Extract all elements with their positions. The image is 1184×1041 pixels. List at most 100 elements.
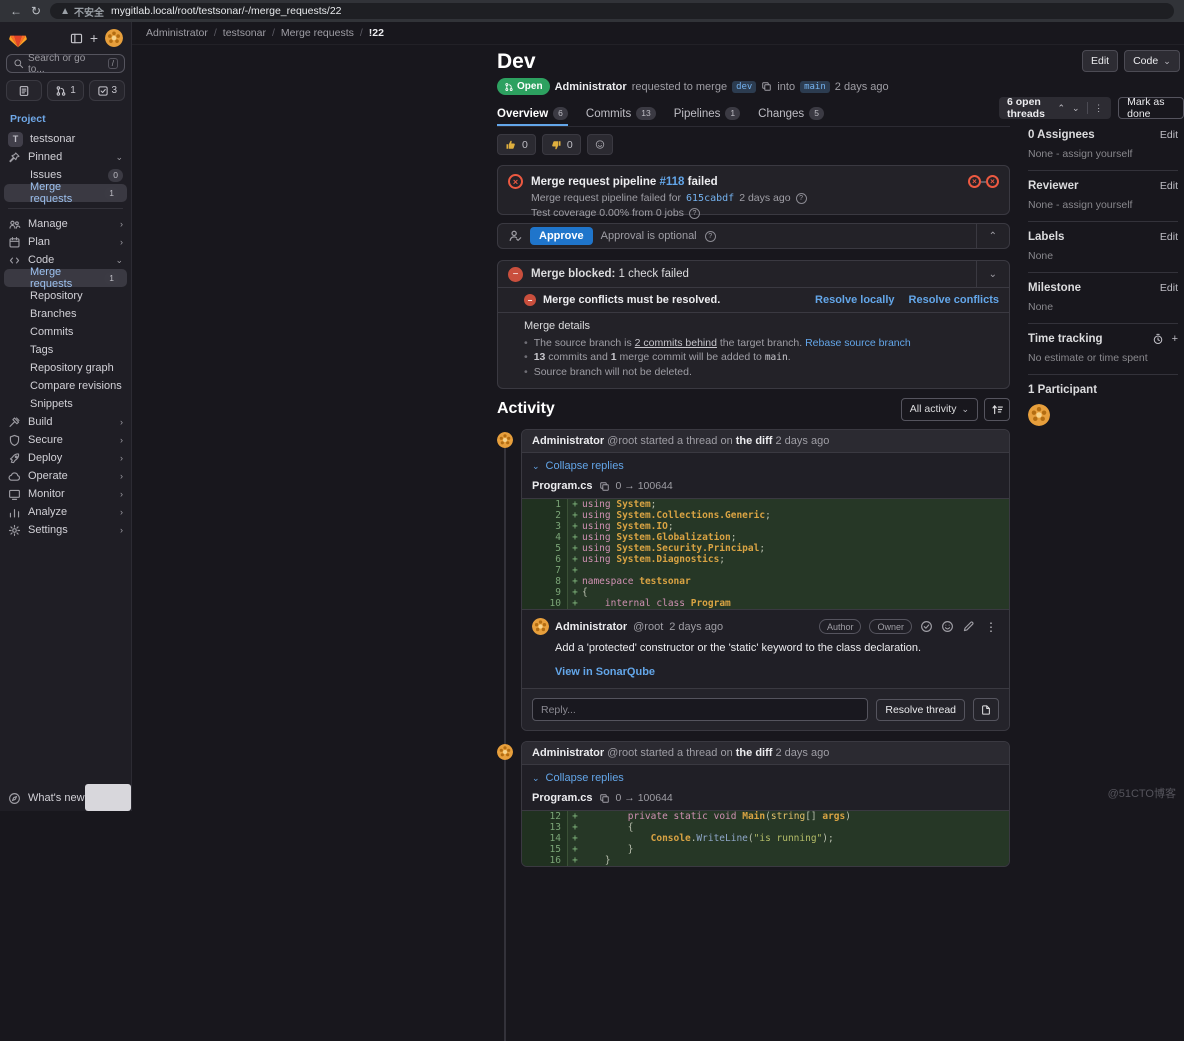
next-thread-icon[interactable]: ⌄: [1072, 103, 1080, 114]
diff-line[interactable]: 3+using System.IO;: [522, 521, 1009, 532]
approve-button[interactable]: Approve: [530, 227, 593, 245]
collapse-replies-link[interactable]: ⌄Collapse replies: [522, 453, 1009, 475]
stage-failed-icon[interactable]: ×: [986, 175, 999, 188]
edit-link[interactable]: Edit: [1160, 129, 1178, 141]
help-icon[interactable]: ?: [689, 208, 700, 219]
back-icon[interactable]: ←: [10, 5, 22, 17]
merge-requests-shortcut-button[interactable]: 1: [47, 80, 83, 101]
pipeline-link[interactable]: #118: [659, 176, 684, 188]
diff-line[interactable]: 13+ {: [522, 822, 1009, 833]
sidebar-item-merge-requests[interactable]: Merge requests1: [4, 269, 127, 287]
participant-avatar[interactable]: [1028, 404, 1050, 426]
edit-link[interactable]: Edit: [1160, 231, 1178, 243]
tab-commits[interactable]: Commits13: [586, 101, 656, 126]
issues-shortcut-button[interactable]: [6, 80, 42, 101]
sidebar-group-pinned[interactable]: Pinned⌄: [0, 148, 131, 166]
diff-line[interactable]: 10+ internal class Program: [522, 598, 1009, 609]
breadcrumb-link[interactable]: Administrator: [146, 27, 208, 39]
previous-thread-icon[interactable]: ⌃: [1057, 103, 1065, 114]
code-dropdown-button[interactable]: Code⌄: [1124, 50, 1180, 72]
sidebar-item-settings[interactable]: Settings›: [0, 521, 131, 539]
sidebar-item-compare-revisions[interactable]: Compare revisions: [0, 377, 131, 395]
todos-shortcut-button[interactable]: 3: [89, 80, 125, 101]
comment-author[interactable]: Administrator: [532, 747, 604, 759]
sidebar-item-manage[interactable]: Manage›: [0, 215, 131, 233]
diff-line[interactable]: 9+{: [522, 587, 1009, 598]
help-icon[interactable]: ?: [705, 231, 716, 242]
open-threads-pill[interactable]: 6 open threads ⌃ ⌄ ⋮: [999, 97, 1111, 119]
diff-line[interactable]: 8+namespace testsonar: [522, 576, 1009, 587]
user-avatar[interactable]: [532, 618, 549, 635]
sidebar-item-snippets[interactable]: Snippets: [0, 395, 131, 413]
thumbs-down-button[interactable]: 0: [542, 134, 581, 155]
start-review-button[interactable]: [973, 698, 999, 721]
activity-filter-dropdown[interactable]: All activity⌄: [901, 398, 978, 421]
sidebar-item-analyze[interactable]: Analyze›: [0, 503, 131, 521]
author-name[interactable]: Administrator: [555, 81, 627, 93]
add-reaction-icon[interactable]: [941, 620, 954, 633]
comment-kebab[interactable]: ⋮: [983, 620, 999, 634]
sidebar-item-branches[interactable]: Branches: [0, 305, 131, 323]
commit-sha-link[interactable]: 615cabdf: [686, 193, 734, 204]
diff-line[interactable]: 6+using System.Diagnostics;: [522, 554, 1009, 565]
resolve-locally-link[interactable]: Resolve locally: [815, 294, 895, 306]
edit-button[interactable]: Edit: [1082, 50, 1118, 72]
edit-link[interactable]: Edit: [1160, 180, 1178, 192]
copy-file-path-icon[interactable]: [599, 793, 610, 804]
sidebar-item-operate[interactable]: Operate›: [0, 467, 131, 485]
target-branch-label[interactable]: main: [800, 81, 830, 93]
merge-widget-expand-button[interactable]: ⌄: [976, 261, 1009, 287]
edit-comment-icon[interactable]: [962, 620, 975, 633]
sidebar-item-secure[interactable]: Secure›: [0, 431, 131, 449]
thumbs-up-button[interactable]: 0: [497, 134, 536, 155]
address-bar[interactable]: ▲不安全 mygitlab.local/root/testsonar/-/mer…: [50, 3, 1174, 19]
tab-pipelines[interactable]: Pipelines1: [674, 101, 740, 126]
search-input[interactable]: Search or go to... /: [6, 54, 125, 73]
mark-as-done-button[interactable]: Mark as done: [1118, 97, 1184, 119]
add-time-icon[interactable]: +: [1172, 333, 1178, 345]
sidebar-toggle-icon[interactable]: [70, 32, 83, 45]
reply-input[interactable]: Reply...: [532, 698, 868, 721]
diff-line[interactable]: 7+: [522, 565, 1009, 576]
sonarqube-link[interactable]: View in SonarQube: [555, 666, 999, 678]
sort-direction-button[interactable]: [984, 398, 1010, 421]
approval-collapse-button[interactable]: ⌃: [976, 224, 1009, 248]
copy-branch-icon[interactable]: [761, 81, 772, 92]
help-icon[interactable]: ?: [796, 193, 807, 204]
reload-icon[interactable]: ↻: [31, 5, 41, 17]
merge-detail-link[interactable]: Rebase source branch: [805, 337, 911, 349]
diff-line[interactable]: 12+ private static void Main(string[] ar…: [522, 811, 1009, 822]
diff-line[interactable]: 14+ Console.WriteLine("is running");: [522, 833, 1009, 844]
file-name-link[interactable]: Program.cs: [532, 792, 593, 804]
breadcrumb-link[interactable]: testsonar: [223, 27, 266, 39]
diff-line[interactable]: 1+using System;: [522, 499, 1009, 510]
comment-author[interactable]: Administrator: [532, 435, 604, 447]
tab-changes[interactable]: Changes5: [758, 101, 824, 126]
help-button-partial[interactable]: [85, 784, 131, 811]
user-avatar[interactable]: [105, 29, 123, 47]
diff-line[interactable]: 2+using System.Collections.Generic;: [522, 510, 1009, 521]
sidebar-item-plan[interactable]: Plan›: [0, 233, 131, 251]
sidebar-item-project[interactable]: Ttestsonar: [0, 130, 131, 148]
sidebar-item-commits[interactable]: Commits: [0, 323, 131, 341]
sidebar-item-repository[interactable]: Repository: [0, 287, 131, 305]
diff-line[interactable]: 5+using System.Security.Principal;: [522, 543, 1009, 554]
create-new-icon[interactable]: +: [90, 31, 98, 45]
threads-kebab-icon[interactable]: ⋮: [1094, 103, 1103, 114]
diff-line[interactable]: 4+using System.Globalization;: [522, 532, 1009, 543]
resolve-comment-icon[interactable]: [920, 620, 933, 633]
pipeline-mini-graph[interactable]: × ×: [968, 175, 999, 188]
sidebar-item-build[interactable]: Build›: [0, 413, 131, 431]
sidebar-item-deploy[interactable]: Deploy›: [0, 449, 131, 467]
sidebar-item-tags[interactable]: Tags: [0, 341, 131, 359]
sidebar-item-monitor[interactable]: Monitor›: [0, 485, 131, 503]
time-tracking-icon[interactable]: [1152, 333, 1164, 345]
collapse-replies-link[interactable]: ⌄Collapse replies: [522, 765, 1009, 787]
resolve-conflicts-link[interactable]: Resolve conflicts: [909, 294, 999, 306]
diff-line[interactable]: 15+ }: [522, 844, 1009, 855]
add-reaction-button[interactable]: [587, 134, 613, 155]
stage-failed-icon[interactable]: ×: [968, 175, 981, 188]
resolve-thread-button[interactable]: Resolve thread: [876, 699, 965, 721]
breadcrumb-link[interactable]: Merge requests: [281, 27, 354, 39]
tab-overview[interactable]: Overview6: [497, 101, 568, 126]
